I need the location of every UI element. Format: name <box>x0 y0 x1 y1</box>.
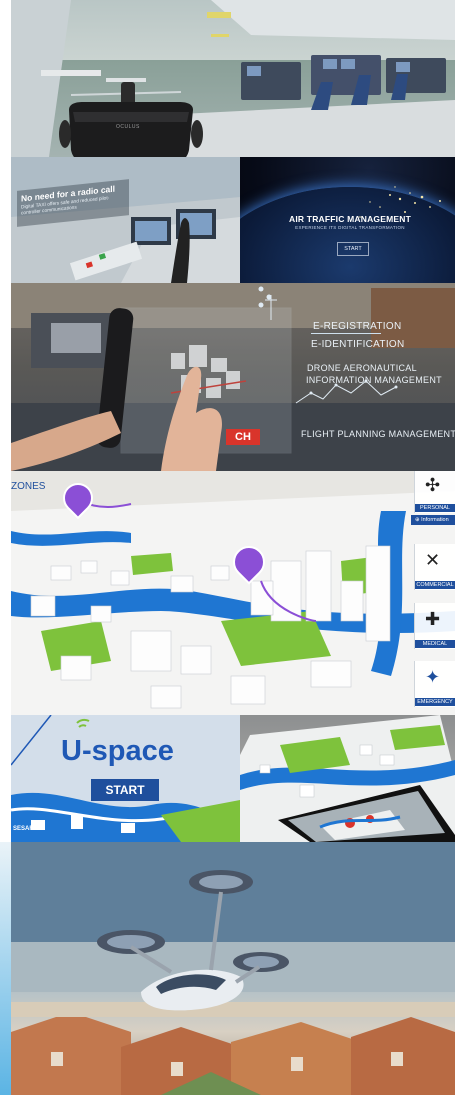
zones-label: ZONES <box>11 481 46 492</box>
side-item-medical[interactable]: ✚ MEDICAL <box>414 603 455 649</box>
vr-headset-icon <box>59 82 203 157</box>
atm-title-screen: AIR TRAFFIC MANAGEMENT EXPERIENCE ITS DI… <box>240 157 455 283</box>
emergency-drone-icon: ✦ <box>425 667 441 687</box>
ar-tablet-scene <box>240 715 455 842</box>
atm-title: AIR TRAFFIC MANAGEMENT <box>289 214 411 224</box>
search-icon: ⊕ <box>415 517 420 523</box>
atm-start-button[interactable]: START <box>337 242 369 256</box>
hud-item-e-identification[interactable]: E-IDENTIFICATION <box>311 339 405 350</box>
air-taxi-scene <box>11 842 455 1095</box>
vr-tower-scene: OCULUS <box>11 0 455 157</box>
decorative-strip <box>0 842 11 1095</box>
side-item-personal[interactable]: ✣ PERSONAL <box>414 471 455 513</box>
hud-search-button[interactable]: CH <box>226 429 260 445</box>
uspace-title: U-space <box>61 735 174 767</box>
sesar-logo: SESAR <box>13 826 34 832</box>
side-item-commercial[interactable]: ✕ COMMERCIAL <box>414 544 455 590</box>
side-item-label: COMMERCIAL <box>415 581 455 589</box>
uspace-start-screen: U-space START SESAR <box>11 715 240 842</box>
hud-item-drone-aeronautical[interactable]: DRONE AERONAUTICAL <box>307 363 417 373</box>
table-map-illustration <box>240 715 455 842</box>
medical-drone-icon: ✚ <box>425 609 441 629</box>
info-button[interactable]: ⊕ Information <box>411 515 455 525</box>
hud-item-e-registration[interactable]: E-REGISTRATION <box>313 321 401 332</box>
info-label: Information <box>421 517 449 523</box>
side-item-label: MEDICAL <box>415 640 455 648</box>
hud-divider <box>311 333 381 334</box>
hud-item-information-management[interactable]: INFORMATION MANAGEMENT <box>306 375 442 385</box>
hud-item-flight-planning[interactable]: FLIGHT PLANNING MANAGEMENT <box>301 429 455 439</box>
side-item-label: EMERGENCY <box>415 698 455 706</box>
uspace-start-button[interactable]: START <box>91 779 159 801</box>
side-item-label: PERSONAL <box>415 504 455 512</box>
drone-icon: ✣ <box>425 475 441 495</box>
atm-subtitle: EXPERIENCE ITS DIGITAL TRANSFORMATION <box>295 225 405 230</box>
side-item-emergency[interactable]: ✦ EMERGENCY <box>414 661 455 707</box>
quadcopter-icon: ✕ <box>425 550 441 570</box>
drone-zones-map: ZONES ✣ PERSONAL ⊕ Information ✕ COMMERC… <box>11 471 455 715</box>
headset-brand: OCULUS <box>116 124 140 130</box>
drone-services-hud: E-REGISTRATION E-IDENTIFICATION DRONE AE… <box>11 283 455 471</box>
digital-taxi-scene: No need for a radio call Digital TAXI of… <box>11 157 240 283</box>
air-taxi-illustration <box>11 842 455 1095</box>
